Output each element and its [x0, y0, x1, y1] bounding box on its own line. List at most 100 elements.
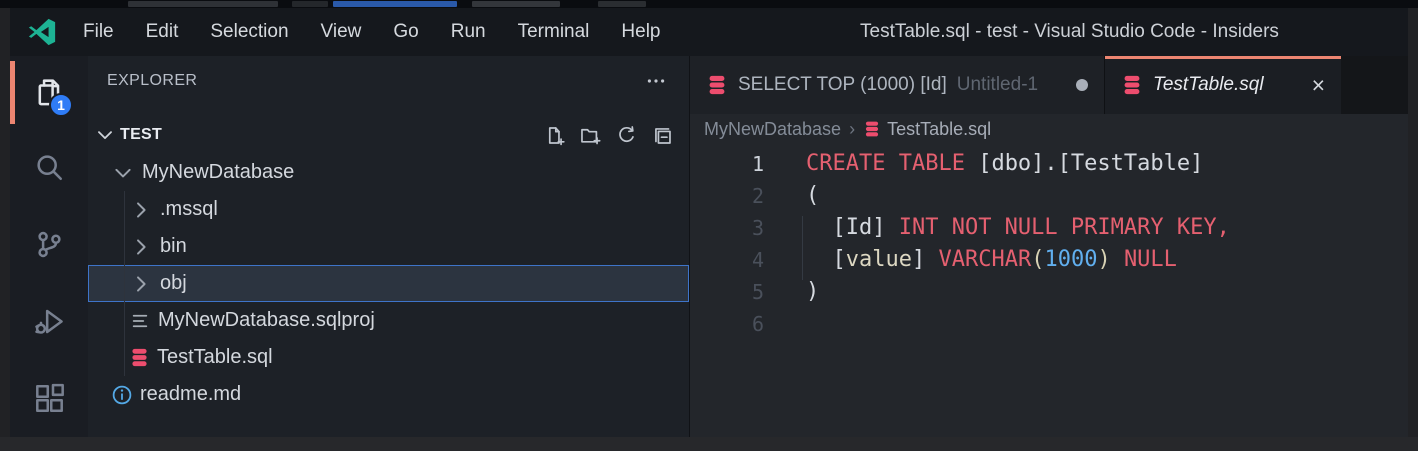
line-number: 1: [690, 148, 764, 180]
window-fragment: [292, 1, 328, 7]
tree-item-label: MyNewDatabase: [142, 161, 294, 184]
dirty-indicator-icon: [1076, 79, 1088, 91]
line-number: 2: [690, 180, 764, 212]
chevron-down-icon: [111, 161, 135, 185]
top-window-sliver: [0, 0, 1418, 8]
menu-go[interactable]: Go: [377, 8, 434, 56]
code-line-1: 1 CREATE TABLE [dbo].[TestTable]: [690, 148, 1408, 180]
sqlproj-file-icon: [129, 310, 151, 332]
chevron-right-icon: [129, 235, 153, 259]
new-folder-icon[interactable]: [580, 125, 601, 146]
line-content: CREATE TABLE [dbo].[TestTable]: [806, 148, 1203, 180]
code-line-6: 6: [690, 308, 1408, 340]
window-title: TestTable.sql - test - Visual Studio Cod…: [860, 8, 1279, 56]
activity-extensions[interactable]: [10, 360, 88, 437]
tree-item-label: readme.md: [140, 383, 241, 406]
window-fragment: [598, 1, 646, 7]
menu-bar: FileEditSelectionViewGoRunTerminalHelp: [67, 8, 677, 56]
menu-run[interactable]: Run: [435, 8, 502, 56]
menu-terminal[interactable]: Terminal: [502, 8, 606, 56]
workbench: 1 EXPLORER TEST MyNewDatabase .mssql bin ob…: [10, 56, 1408, 437]
activity-explorer[interactable]: 1: [10, 56, 88, 129]
title-bar: FileEditSelectionViewGoRunTerminalHelp T…: [10, 8, 1408, 56]
vscode-window: FileEditSelectionViewGoRunTerminalHelp T…: [10, 8, 1408, 437]
tree-item-mynewdatabase-sqlproj[interactable]: MyNewDatabase.sqlproj: [88, 302, 689, 339]
tab-title: TestTable.sql: [1153, 74, 1264, 96]
line-number: 5: [690, 276, 764, 308]
refresh-icon[interactable]: [616, 125, 637, 146]
activity-bar: 1: [10, 56, 88, 437]
code-line-2: 2(: [690, 180, 1408, 212]
line-content: [Id] INT NOT NULL PRIMARY KEY,: [806, 212, 1230, 244]
breadcrumb: MyNewDatabase › TestTable.sql: [690, 114, 1408, 144]
chevron-right-icon: [129, 272, 153, 296]
search-icon: [34, 152, 65, 183]
breadcrumb-separator: ›: [849, 119, 855, 140]
tab-detail: Untitled-1: [957, 74, 1038, 96]
editor-tab-bar: SELECT TOP (1000) [Id] Untitled-1 TestTabl…: [690, 56, 1408, 114]
menu-edit[interactable]: Edit: [130, 8, 195, 56]
screenshot-frame: FileEditSelectionViewGoRunTerminalHelp T…: [0, 0, 1418, 451]
editor-group: SELECT TOP (1000) [Id] Untitled-1 TestTabl…: [690, 56, 1408, 437]
line-number: 3: [690, 212, 764, 244]
activity-source-control[interactable]: [10, 206, 88, 283]
source-control-icon: [34, 229, 65, 260]
info-icon: [111, 384, 133, 406]
vscode-insiders-logo-icon: [27, 17, 57, 47]
code-line-4: 4 [value] VARCHAR(1000) NULL: [690, 244, 1408, 276]
sidebar-title: EXPLORER: [107, 72, 197, 90]
window-fragment: [333, 1, 457, 7]
code-line-3: 3 [Id] INT NOT NULL PRIMARY KEY,: [690, 212, 1408, 244]
explorer-badge: 1: [49, 93, 73, 117]
database-icon: [706, 74, 728, 96]
tree-item-mssql[interactable]: .mssql: [88, 191, 689, 228]
line-content: ): [806, 276, 819, 308]
tree-item-label: .mssql: [160, 198, 218, 221]
extensions-icon: [34, 383, 65, 414]
line-content: (: [806, 180, 819, 212]
workspace-section-test[interactable]: TEST: [88, 116, 689, 154]
line-number: 4: [690, 244, 764, 276]
tree-item-mynewdatabase[interactable]: MyNewDatabase: [88, 154, 689, 191]
tree-item-bin[interactable]: bin: [88, 228, 689, 265]
database-icon: [1121, 74, 1143, 96]
database-icon: [129, 347, 150, 368]
collapse-all-icon[interactable]: [652, 125, 673, 146]
tab-title: SELECT TOP (1000) [Id]: [738, 74, 947, 96]
line-content: [value] VARCHAR(1000) NULL: [806, 244, 1177, 276]
file-tree: MyNewDatabase .mssql bin obj MyNewDatabase.s…: [88, 154, 689, 413]
menu-help[interactable]: Help: [605, 8, 676, 56]
database-icon: [863, 120, 881, 138]
line-number: 6: [690, 308, 764, 340]
section-actions: [544, 125, 673, 146]
code-editor[interactable]: 1CREATE TABLE [dbo].[TestTable]2(3 [Id] …: [690, 144, 1408, 437]
close-tab-icon[interactable]: ×: [1312, 74, 1325, 97]
tree-item-label: TestTable.sql: [157, 346, 273, 369]
tab-select-top-1000-id[interactable]: SELECT TOP (1000) [Id] Untitled-1: [690, 56, 1105, 114]
run-and-debug-icon: [34, 306, 65, 337]
chevron-down-icon: [94, 124, 116, 146]
more-actions-icon[interactable]: [645, 70, 667, 92]
tree-item-readme-md[interactable]: readme.md: [88, 376, 689, 413]
window-fragment: [128, 1, 278, 7]
sidebar-header: EXPLORER: [88, 56, 689, 106]
tab-testtable-sql[interactable]: TestTable.sql ×: [1105, 56, 1341, 114]
workspace-section-label: TEST: [120, 126, 162, 144]
activity-search[interactable]: [10, 129, 88, 206]
breadcrumb-testtable-sql[interactable]: TestTable.sql: [887, 119, 991, 140]
code-line-5: 5): [690, 276, 1408, 308]
activity-run-and-debug[interactable]: [10, 283, 88, 360]
menu-file[interactable]: File: [67, 8, 130, 56]
menu-selection[interactable]: Selection: [194, 8, 304, 56]
explorer-sidebar: EXPLORER TEST MyNewDatabase.mssqlbinobjM…: [88, 56, 690, 437]
tree-item-label: MyNewDatabase.sqlproj: [158, 309, 375, 332]
new-file-icon[interactable]: [544, 125, 565, 146]
window-fragment: [472, 1, 560, 7]
tree-item-testtable-sql[interactable]: TestTable.sql: [88, 339, 689, 376]
tree-item-label: obj: [160, 272, 187, 295]
menu-view[interactable]: View: [305, 8, 378, 56]
bottom-edge-strip: [0, 437, 1418, 451]
breadcrumb-mynewdatabase[interactable]: MyNewDatabase: [704, 119, 841, 140]
tree-item-label: bin: [160, 235, 187, 258]
tree-item-obj[interactable]: obj: [88, 265, 689, 302]
